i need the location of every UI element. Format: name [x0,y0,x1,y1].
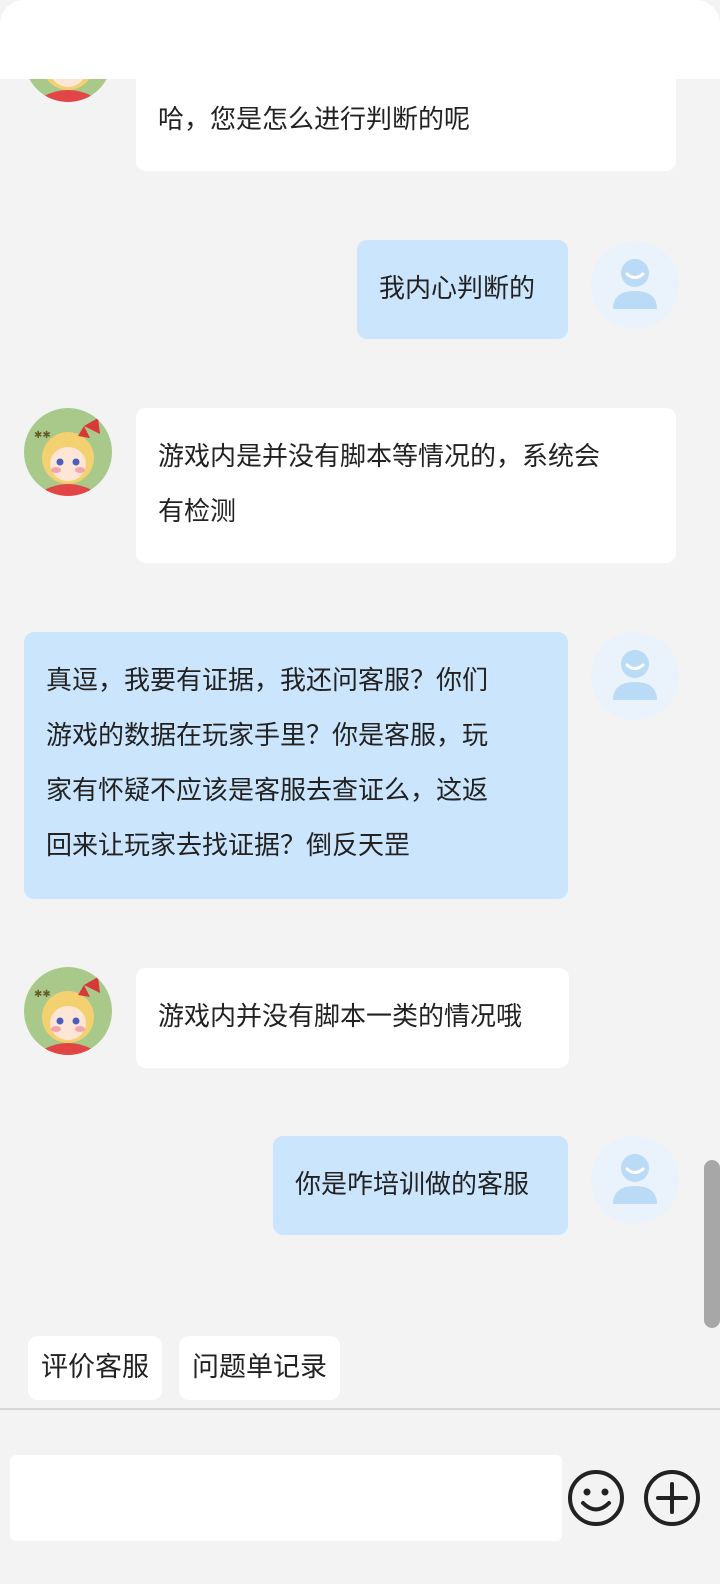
message-line: 游戏内并没有脚本一类的情况哦 [158,1002,523,1032]
message-line: 游戏的数据在玩家手里？你是客服，玩 [46,721,489,751]
message-line: 哈，您是怎么进行判断的呢 [158,105,471,135]
message-line: 家有怀疑不应该是客服去查证么，这返 [46,776,489,806]
rate-agent-button[interactable]: 评价客服 [28,1336,162,1400]
message-input[interactable] [10,1455,562,1541]
message-line: 游戏内是并没有脚本等情况的，系统会 [158,442,601,472]
top-bar [0,0,720,79]
user-avatar[interactable] [591,632,679,720]
user-message: 我内心判断的 [357,240,568,339]
user-avatar[interactable] [591,241,679,329]
agent-message: 游戏内并没有脚本一类的情况哦 [136,968,569,1068]
agent-message: 哈，您是怎么进行判断的呢 [136,70,676,171]
message-line: 有检测 [158,497,237,527]
ticket-records-button[interactable]: 问题单记录 [179,1336,340,1400]
smiley-icon[interactable] [566,1468,626,1528]
user-avatar[interactable] [591,1136,679,1224]
message-line: 真逗，我要有证据，我还问客服？你们 [46,666,489,696]
message-line: 回来让玩家去找证据？倒反天罡 [46,831,411,861]
agent-avatar[interactable] [24,408,112,496]
agent-avatar[interactable] [24,967,112,1055]
chat-scrollbar[interactable] [704,1160,720,1328]
user-message: 真逗，我要有证据，我还问客服？你们 游戏的数据在玩家手里？你是客服，玩 家有怀疑… [24,632,568,899]
plus-circle-icon[interactable] [642,1468,702,1528]
user-message: 你是咋培训做的客服 [273,1136,568,1235]
agent-message: 游戏内是并没有脚本等情况的，系统会 有检测 [136,408,676,563]
divider [0,1408,720,1410]
message-line: 你是咋培训做的客服 [295,1170,530,1200]
message-line: 我内心判断的 [379,274,536,304]
